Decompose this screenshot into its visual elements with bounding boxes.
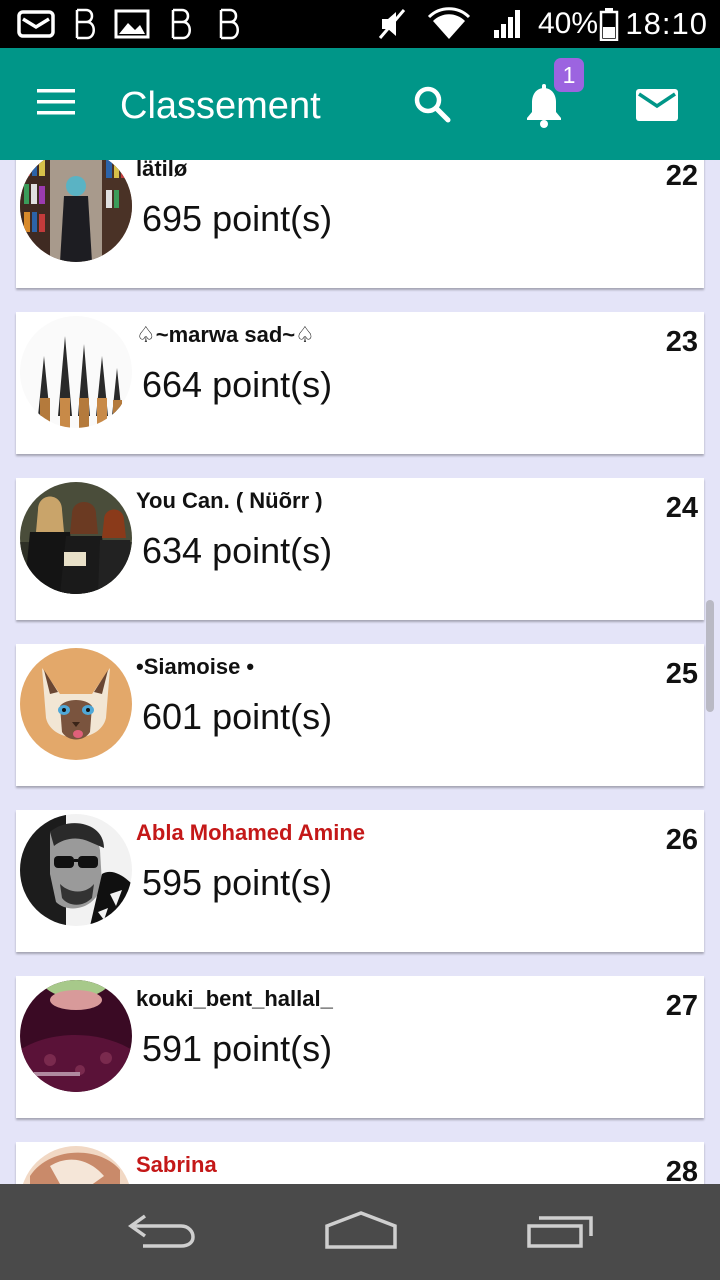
user-name: kouki_bent_hallal_ (136, 986, 333, 1011)
avatar (20, 482, 132, 594)
menu-button[interactable] (24, 76, 88, 132)
user-name: Sabrina (136, 1152, 217, 1177)
user-name: •Siamoise • (136, 654, 255, 679)
user-rank: 24 (665, 492, 698, 524)
clock: 18:10 (625, 6, 708, 41)
user-points: 664 point(s) (142, 364, 333, 405)
user-name: lätilø (136, 160, 188, 181)
back-button[interactable] (116, 1202, 206, 1262)
user-rank: 27 (665, 990, 698, 1022)
search-button[interactable] (404, 78, 460, 134)
avatar (20, 980, 132, 1092)
user-rank: 28 (665, 1156, 698, 1184)
leaderboard-card[interactable]: Sabrina 28 (16, 1142, 704, 1184)
leaderboard-card[interactable]: kouki_bent_hallal_ 591 point(s) 27 (16, 976, 704, 1118)
message-icon (14, 0, 58, 48)
recent-apps-icon (525, 1210, 597, 1255)
scrollbar[interactable] (706, 600, 714, 712)
signal-icon (490, 0, 526, 48)
b-icon (164, 0, 198, 48)
home-icon (323, 1210, 399, 1255)
user-points: 601 point(s) (142, 696, 333, 737)
recent-apps-button[interactable] (516, 1202, 606, 1262)
battery-percent: 40% (538, 7, 599, 40)
user-name: Abla Mohamed Amine (136, 820, 365, 845)
navigation-bar (0, 1184, 720, 1280)
messages-button[interactable] (628, 78, 686, 136)
user-points: 591 point(s) (142, 1028, 333, 1069)
leaderboard-card[interactable]: •Siamoise • 601 point(s) 25 (16, 644, 704, 786)
home-button[interactable] (316, 1202, 406, 1262)
avatar (20, 160, 132, 262)
leaderboard-card[interactable]: lätilø 695 point(s) 22 (16, 160, 704, 288)
leaderboard-card[interactable]: You Can. ( Nüõrr ) 634 point(s) 24 (16, 478, 704, 620)
app-bar: Classement 1 (0, 48, 720, 160)
avatar (20, 316, 132, 428)
battery-icon (596, 0, 622, 48)
status-bar: 40% 18:10 (0, 0, 720, 48)
user-points: 634 point(s) (142, 530, 333, 571)
avatar (20, 814, 132, 926)
back-arrow-icon (125, 1210, 197, 1255)
user-name: You Can. ( Nüõrr ) (136, 488, 323, 513)
page-title: Classement (120, 85, 321, 127)
gallery-icon (112, 0, 152, 48)
user-points: 595 point(s) (142, 862, 333, 903)
avatar (20, 1146, 132, 1184)
leaderboard-card[interactable]: ♤~marwa sad~♤ 664 point(s) 23 (16, 312, 704, 454)
avatar (20, 648, 132, 760)
notification-badge: 1 (554, 58, 584, 92)
hamburger-menu-icon (36, 87, 76, 122)
user-rank: 23 (665, 326, 698, 358)
user-points: 695 point(s) (142, 198, 333, 239)
leaderboard-list[interactable]: lätilø 695 point(s) 22 ♤~marwa sad~♤ 664… (0, 160, 720, 1184)
user-rank: 25 (665, 658, 698, 690)
user-name: ♤~marwa sad~♤ (136, 322, 315, 347)
b-icon (68, 0, 102, 48)
user-rank: 22 (665, 160, 698, 192)
mute-icon (374, 0, 410, 48)
search-icon (412, 84, 452, 129)
user-rank: 26 (665, 824, 698, 856)
b-icon (212, 0, 246, 48)
leaderboard-card[interactable]: Abla Mohamed Amine 595 point(s) 26 (16, 810, 704, 952)
mail-icon (635, 88, 679, 127)
wifi-icon (426, 0, 472, 48)
